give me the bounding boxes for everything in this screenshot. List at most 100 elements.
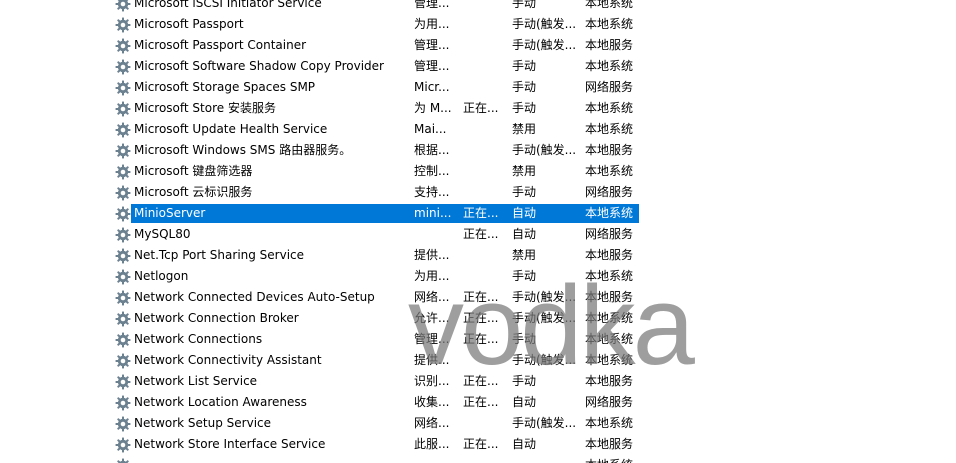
service-name: MySQL80 — [134, 227, 191, 241]
service-startup-type: 自动 — [512, 206, 537, 220]
service-description: 网络... — [414, 290, 450, 304]
service-row[interactable]: Network Connectivity Assistant 提供... 手动(… — [0, 350, 956, 371]
service-startup-type: 禁用 — [512, 164, 537, 178]
gear-icon — [115, 80, 131, 96]
service-row[interactable]: Network Location Awareness 收集... 正在... 自… — [0, 392, 956, 413]
service-status: 正在... — [463, 311, 499, 325]
service-status: 正在... — [463, 227, 499, 241]
service-name: Net.Tcp Port Sharing Service — [134, 248, 305, 262]
service-description: 控制... — [414, 164, 450, 178]
service-startup-type: 手动(触发... — [512, 290, 577, 304]
service-logon-as: 本地系统 — [585, 122, 634, 136]
service-logon-as: 网络服务 — [585, 80, 634, 94]
service-startup-type: 手动(触发... — [512, 38, 577, 52]
service-description: 收集... — [414, 395, 450, 409]
service-row[interactable]: Microsoft 键盘筛选器 控制... 禁用 本地系统 — [0, 161, 956, 182]
service-logon-as: 本地服务 — [585, 248, 634, 262]
service-logon-as: 本地系统 — [585, 332, 634, 346]
service-row[interactable]: Network Connected Devices Auto-Setup 网络.… — [0, 287, 956, 308]
service-startup-type: 手动 — [512, 332, 537, 346]
services-window: Microsoft iSCSI Initiator Service 管理... … — [0, 0, 956, 463]
service-startup-type: 禁用 — [512, 248, 537, 262]
service-row[interactable]: Microsoft Passport Container 管理... 手动(触发… — [0, 35, 956, 56]
gear-icon — [115, 311, 131, 327]
service-logon-as: 网络服务 — [585, 395, 634, 409]
service-row[interactable]: MySQL80 正在... 自动 网络服务 — [0, 224, 956, 245]
service-description: 管理... — [414, 332, 450, 346]
service-row[interactable]: Network List Service 识别... 正在... 手动 本地服务 — [0, 371, 956, 392]
service-logon-as: 本地系统 — [585, 17, 634, 31]
service-description: mini... — [414, 206, 452, 220]
service-startup-type: 自动 — [512, 437, 537, 451]
service-description: 为用... — [414, 17, 450, 31]
service-row[interactable]: Network Connections 管理... 正在... 手动 本地系统 — [0, 329, 956, 350]
gear-icon — [115, 269, 131, 285]
service-startup-type: 手动(触发... — [512, 416, 577, 430]
gear-icon — [115, 185, 131, 201]
service-startup-type: 手动 — [512, 101, 537, 115]
service-row[interactable]: Microsoft 云标识服务 支持... 手动 网络服务 — [0, 182, 956, 203]
service-row[interactable]: Network Connection Broker 允许... 正在... 手动… — [0, 308, 956, 329]
gear-icon — [115, 290, 131, 306]
service-logon-as: 本地服务 — [585, 38, 634, 52]
gear-icon — [115, 101, 131, 117]
service-description: Micr... — [414, 80, 450, 94]
gear-icon — [115, 248, 131, 264]
service-row[interactable]: Microsoft Software Shadow Copy Provider … — [0, 56, 956, 77]
services-list: Microsoft iSCSI Initiator Service 管理... … — [0, 0, 956, 463]
service-status: 正在... — [463, 101, 499, 115]
service-startup-type: 手动 — [512, 374, 537, 388]
gear-icon — [115, 143, 131, 159]
service-name: Microsoft Storage Spaces SMP — [134, 80, 316, 94]
gear-icon — [115, 122, 131, 138]
service-row[interactable]: Net.Tcp Port Sharing Service 提供... 禁用 本地… — [0, 245, 956, 266]
service-row[interactable]: 本地系统 — [0, 455, 956, 463]
service-description: 此服... — [414, 437, 450, 451]
service-row[interactable]: Microsoft Passport 为用... 手动(触发... 本地系统 — [0, 14, 956, 35]
service-name: Microsoft Passport — [134, 17, 244, 31]
service-name: Microsoft Software Shadow Copy Provider — [134, 59, 384, 73]
gear-icon — [115, 206, 131, 222]
service-name: Network Location Awareness — [134, 395, 307, 409]
service-logon-as: 本地系统 — [585, 164, 634, 178]
service-row[interactable]: Network Store Interface Service 此服... 正在… — [0, 434, 956, 455]
service-logon-as: 本地系统 — [585, 206, 634, 220]
service-name: Network Setup Service — [134, 416, 272, 430]
service-name: Network Connections — [134, 332, 263, 346]
gear-icon — [115, 416, 131, 432]
service-name: Microsoft Passport Container — [134, 38, 307, 52]
gear-icon — [115, 227, 131, 243]
gear-icon — [115, 395, 131, 411]
service-logon-as: 本地系统 — [585, 0, 634, 10]
service-startup-type: 手动 — [512, 0, 537, 10]
service-row[interactable]: Microsoft Store 安装服务 为 M... 正在... 手动 本地系… — [0, 98, 956, 119]
service-status: 正在... — [463, 332, 499, 346]
service-row[interactable]: Network Setup Service 网络... 手动(触发... 本地系… — [0, 413, 956, 434]
service-row[interactable]: Netlogon 为用... 手动 本地系统 — [0, 266, 956, 287]
service-name: Network Connectivity Assistant — [134, 353, 322, 367]
service-row[interactable]: Microsoft iSCSI Initiator Service 管理... … — [0, 0, 956, 14]
service-status: 正在... — [463, 290, 499, 304]
service-startup-type: 手动(触发... — [512, 353, 577, 367]
service-description: 根据... — [414, 143, 450, 157]
gear-icon — [115, 353, 131, 369]
service-startup-type: 自动 — [512, 395, 537, 409]
service-startup-type: 手动 — [512, 59, 537, 73]
service-startup-type: 手动(触发... — [512, 311, 577, 325]
service-row[interactable]: Microsoft Update Health Service Mai... 禁… — [0, 119, 956, 140]
service-name: Microsoft Windows SMS 路由器服务。 — [134, 143, 352, 157]
service-name: Microsoft Store 安装服务 — [134, 101, 276, 115]
service-startup-type: 手动 — [512, 269, 537, 283]
service-logon-as: 网络服务 — [585, 185, 634, 199]
service-description: 提供... — [414, 353, 450, 367]
service-logon-as: 本地系统 — [585, 101, 634, 115]
service-row[interactable]: Microsoft Windows SMS 路由器服务。 根据... 手动(触发… — [0, 140, 956, 161]
gear-icon — [115, 0, 131, 12]
gear-icon — [115, 374, 131, 390]
service-row[interactable]: MinioServer mini... 正在... 自动 本地系统 — [0, 203, 956, 224]
service-description: 管理... — [414, 59, 450, 73]
service-logon-as: 本地系统 — [585, 416, 634, 430]
service-logon-as: 网络服务 — [585, 227, 634, 241]
service-row[interactable]: Microsoft Storage Spaces SMP Micr... 手动 … — [0, 77, 956, 98]
service-startup-type: 手动 — [512, 185, 537, 199]
